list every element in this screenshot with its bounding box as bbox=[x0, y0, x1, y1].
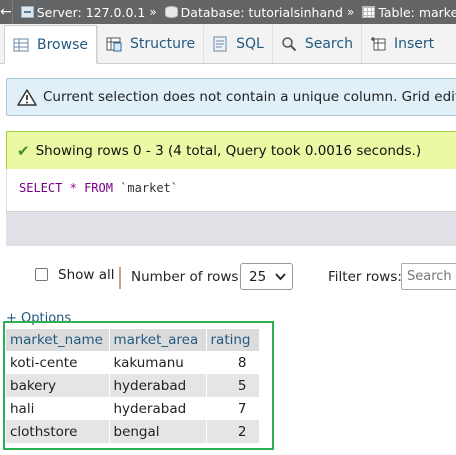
notice-text: Current selection does not contain a uni… bbox=[43, 89, 456, 105]
show-all-label[interactable]: Show all bbox=[58, 267, 115, 283]
sql-keyword-from: FROM bbox=[84, 181, 113, 195]
breadcrumb: ← Server: 127.0.0.1 » Database: tutorial… bbox=[0, 0, 456, 24]
success-message: ✔ Showing rows 0 - 3 (4 total, Query too… bbox=[6, 131, 456, 169]
table-cell[interactable]: hyderabad bbox=[109, 374, 207, 397]
table-cell[interactable]: hyderabad bbox=[109, 397, 207, 420]
table-cell[interactable]: bakery bbox=[6, 374, 110, 397]
table-row[interactable]: hali hyderabad 7 bbox=[6, 397, 260, 420]
sql-table-name: `market` bbox=[120, 181, 178, 195]
structure-icon bbox=[106, 36, 122, 52]
sql-icon bbox=[212, 36, 228, 52]
sql-query-box: SELECT * FROM `market` bbox=[6, 169, 456, 211]
column-header-rating[interactable]: rating bbox=[206, 329, 260, 351]
sql-star: * bbox=[69, 181, 77, 195]
notice-message: Current selection does not contain a uni… bbox=[6, 78, 456, 116]
success-text: Showing rows 0 - 3 (4 total, Query took … bbox=[35, 142, 422, 159]
number-of-rows-select[interactable]: 25 bbox=[240, 263, 293, 290]
table-cell[interactable]: hali bbox=[6, 397, 110, 420]
table-cell[interactable]: koti-cente bbox=[6, 351, 110, 374]
table-cell[interactable]: 2 bbox=[206, 420, 260, 443]
back-arrow-icon[interactable]: ← bbox=[0, 0, 13, 24]
breadcrumb-table[interactable]: Table: market bbox=[362, 5, 456, 20]
tab-browse[interactable]: Browse bbox=[4, 25, 97, 64]
database-icon bbox=[164, 6, 178, 18]
tab-sql[interactable]: SQL bbox=[203, 25, 272, 63]
table-cell[interactable]: 5 bbox=[206, 374, 260, 397]
insert-icon bbox=[370, 36, 386, 52]
results-table: market_name market_area rating koti-cent… bbox=[6, 329, 260, 443]
filter-rows-label: Filter rows: bbox=[328, 269, 402, 285]
show-all-checkbox[interactable] bbox=[35, 268, 48, 281]
warning-icon bbox=[17, 88, 37, 106]
tab-structure[interactable]: Structure bbox=[96, 25, 203, 63]
chevron-down-icon bbox=[275, 269, 286, 286]
table-icon bbox=[362, 6, 376, 18]
sql-keyword-select: SELECT bbox=[19, 181, 63, 195]
tab-insert[interactable]: Insert bbox=[360, 25, 442, 63]
table-cell[interactable]: 8 bbox=[206, 351, 260, 374]
browse-icon bbox=[13, 37, 29, 53]
server-icon bbox=[20, 6, 34, 18]
table-header-row: market_name market_area rating bbox=[6, 329, 260, 351]
table-row[interactable]: clothstore bengal 2 bbox=[6, 420, 260, 443]
search-icon bbox=[281, 36, 297, 52]
breadcrumb-server[interactable]: Server: 127.0.0.1 » bbox=[20, 5, 157, 20]
number-of-rows-label: Number of rows: bbox=[131, 269, 243, 285]
filter-rows-input[interactable]: Search t bbox=[401, 263, 456, 290]
column-header-market-area[interactable]: market_area bbox=[109, 329, 207, 351]
sql-query-footer bbox=[6, 211, 456, 246]
table-cell[interactable]: clothstore bbox=[6, 420, 110, 443]
table-row[interactable]: koti-cente kakumanu 8 bbox=[6, 351, 260, 374]
checkmark-icon: ✔ bbox=[17, 141, 30, 160]
table-cell[interactable]: bengal bbox=[109, 420, 207, 443]
navigation-controls: Show all Number of rows: 25 Filter rows:… bbox=[0, 258, 456, 296]
column-header-market-name[interactable]: market_name bbox=[6, 329, 110, 351]
table-cell[interactable]: kakumanu bbox=[109, 351, 207, 374]
tab-bar: Browse Structure SQL Search Insert bbox=[0, 24, 456, 64]
table-row[interactable]: bakery hyderabad 5 bbox=[6, 374, 260, 397]
table-cell[interactable]: 7 bbox=[206, 397, 260, 420]
tab-search[interactable]: Search bbox=[271, 25, 361, 63]
breadcrumb-database[interactable]: Database: tutorialsinhand » bbox=[164, 5, 354, 20]
divider bbox=[119, 267, 121, 289]
